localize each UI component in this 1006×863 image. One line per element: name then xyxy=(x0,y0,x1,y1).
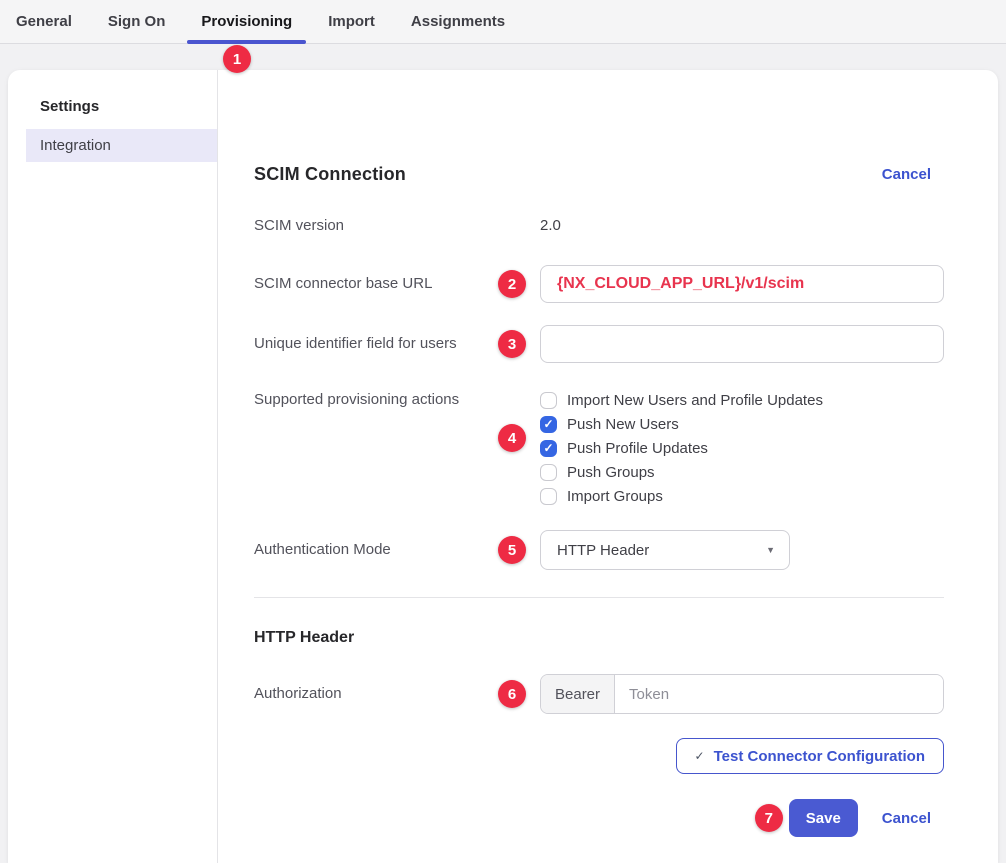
step-badge-7: 7 xyxy=(755,804,783,832)
app-screen: General Sign On Provisioning Import Assi… xyxy=(0,0,1006,863)
step-badge-1: 1 xyxy=(223,45,251,73)
section-divider xyxy=(254,597,944,598)
app-tabbar: General Sign On Provisioning Import Assi… xyxy=(0,0,1006,44)
checkbox-icon[interactable] xyxy=(540,416,557,433)
token-input[interactable] xyxy=(615,675,943,713)
checkbox-icon[interactable] xyxy=(540,440,557,457)
auth-mode-select[interactable]: HTTP Header ▼ xyxy=(540,530,790,570)
unique-id-row: Unique identifier field for users 3 xyxy=(254,325,944,363)
option-import-groups[interactable]: Import Groups xyxy=(540,484,944,508)
step-badge-5: 5 xyxy=(498,536,526,564)
option-label: Push Profile Updates xyxy=(567,440,708,457)
test-connector-button[interactable]: ✓ Test Connector Configuration xyxy=(676,738,944,774)
tab-provisioning[interactable]: Provisioning xyxy=(187,0,306,43)
sidebar-item-integration[interactable]: Integration xyxy=(26,129,217,162)
base-url-row: SCIM connector base URL 2 xyxy=(254,265,944,303)
tab-import[interactable]: Import xyxy=(314,0,389,43)
step-badge-6: 6 xyxy=(498,680,526,708)
chevron-down-icon: ▼ xyxy=(766,545,775,555)
option-label: Import New Users and Profile Updates xyxy=(567,392,823,409)
checkbox-icon[interactable] xyxy=(540,392,557,409)
cancel-link-top[interactable]: Cancel xyxy=(882,166,931,183)
option-label: Import Groups xyxy=(567,488,663,505)
step-badge-4: 4 xyxy=(498,424,526,452)
provisioning-actions-row: Supported provisioning actions 4 Import … xyxy=(254,388,944,508)
footer-actions-row: 7 Save Cancel xyxy=(254,799,944,837)
scim-version-label: SCIM version xyxy=(254,216,540,236)
settings-sidebar: Settings Integration xyxy=(8,70,218,863)
option-import-new-users[interactable]: Import New Users and Profile Updates xyxy=(540,388,944,412)
option-label: Push New Users xyxy=(567,416,679,433)
save-button[interactable]: Save xyxy=(789,799,858,837)
provisioning-card: Settings Integration SCIM Connection Can… xyxy=(8,70,998,863)
tab-general[interactable]: General xyxy=(2,0,86,43)
cancel-link-bottom[interactable]: Cancel xyxy=(882,810,931,827)
tab-sign-on[interactable]: Sign On xyxy=(94,0,180,43)
option-label: Push Groups xyxy=(567,464,655,481)
sidebar-header: Settings xyxy=(8,98,217,115)
scim-connection-panel: SCIM Connection Cancel SCIM version 2.0 … xyxy=(218,70,998,863)
base-url-input[interactable] xyxy=(540,265,944,303)
provisioning-actions-label: Supported provisioning actions xyxy=(254,388,540,412)
authorization-input-group: Bearer xyxy=(540,674,944,714)
tab-assignments[interactable]: Assignments xyxy=(397,0,519,43)
step-badge-3: 3 xyxy=(498,330,526,358)
option-push-groups[interactable]: Push Groups xyxy=(540,460,944,484)
step-badge-2: 2 xyxy=(498,270,526,298)
bearer-prefix: Bearer xyxy=(541,675,615,713)
auth-mode-row: Authentication Mode 5 HTTP Header ▼ xyxy=(254,530,944,570)
option-push-new-users[interactable]: Push New Users xyxy=(540,412,944,436)
option-push-profile-updates[interactable]: Push Profile Updates xyxy=(540,436,944,460)
scim-version-row: SCIM version 2.0 xyxy=(254,214,944,238)
check-icon: ✓ xyxy=(695,749,705,763)
authorization-row: Authorization 6 Bearer xyxy=(254,674,944,714)
test-connector-label: Test Connector Configuration xyxy=(714,748,925,765)
unique-id-input[interactable] xyxy=(540,325,944,363)
panel-header: SCIM Connection Cancel xyxy=(254,160,944,188)
checkbox-icon[interactable] xyxy=(540,464,557,481)
http-header-heading: HTTP Header xyxy=(254,626,944,650)
auth-mode-selected-value: HTTP Header xyxy=(557,542,649,559)
scim-version-value: 2.0 xyxy=(540,217,561,234)
page-title: SCIM Connection xyxy=(254,164,406,185)
checkbox-icon[interactable] xyxy=(540,488,557,505)
test-connector-row: ✓ Test Connector Configuration xyxy=(254,738,944,774)
